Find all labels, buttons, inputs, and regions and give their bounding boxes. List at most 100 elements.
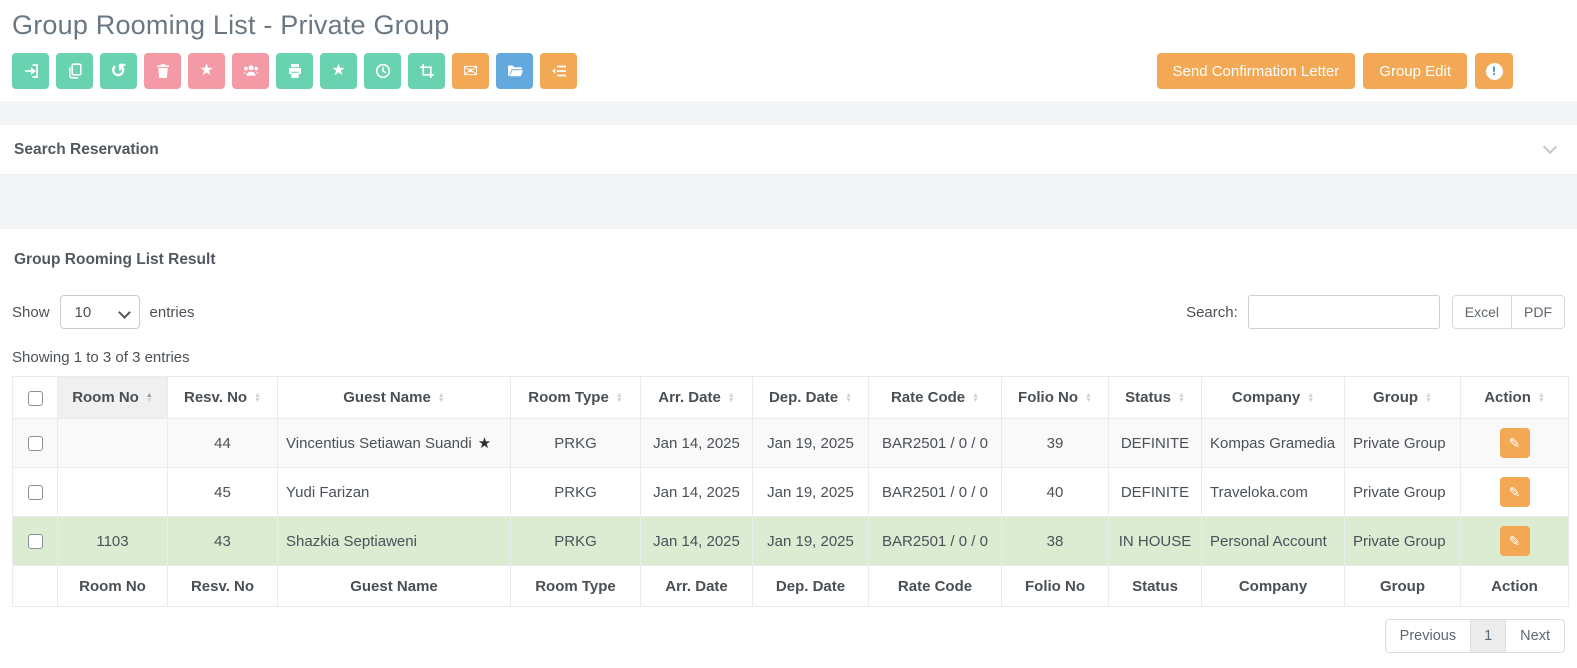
column-header-room-no[interactable]: Room No▲▼: [58, 377, 168, 419]
previous-page-button[interactable]: Previous: [1385, 619, 1471, 653]
footer-action: Action: [1461, 566, 1569, 607]
sort-icon: ▲▼: [728, 393, 735, 404]
history-icon: ↺: [111, 62, 127, 81]
exclamation-circle-icon: !: [1486, 63, 1503, 80]
column-header-guest-name[interactable]: Guest Name▲▼: [278, 377, 511, 419]
pdf-export-button[interactable]: PDF: [1512, 295, 1565, 329]
search-reservation-section-header[interactable]: Search Reservation: [0, 125, 1577, 175]
resv-no-cell: 44: [168, 419, 278, 468]
star-icon: ★: [331, 63, 345, 79]
select-all-checkbox[interactable]: [28, 391, 43, 406]
star-button[interactable]: ★: [320, 53, 357, 89]
edit-row-button[interactable]: ✎: [1500, 477, 1530, 507]
check-in-button[interactable]: [12, 53, 49, 89]
current-page-button[interactable]: 1: [1471, 619, 1506, 653]
room-no-cell: [58, 419, 168, 468]
rooming-list-table: Room No▲▼ Resv. No▲▼ Guest Name▲▼ Room T…: [12, 376, 1569, 607]
dep-date-cell: Jan 19, 2025: [753, 517, 869, 566]
folder-button[interactable]: [496, 53, 533, 89]
table-controls: Show 10 entries Search: Excel PDF: [12, 295, 1565, 329]
excel-export-button[interactable]: Excel: [1452, 295, 1512, 329]
room-type-cell: PRKG: [511, 517, 641, 566]
crop-button[interactable]: [408, 53, 445, 89]
column-header-action[interactable]: Action▲▼: [1461, 377, 1569, 419]
sort-icon: ▲▼: [438, 393, 445, 404]
table-row-inhouse[interactable]: 1103 43 Shazkia Septiaweni PRKG Jan 14, …: [13, 517, 1569, 566]
footer-arr-date: Arr. Date: [641, 566, 753, 607]
status-cell: IN HOUSE: [1109, 517, 1202, 566]
sort-icon: ▲▼: [254, 393, 261, 404]
rooming-list-button[interactable]: [540, 53, 577, 89]
column-header-rate-code[interactable]: Rate Code▲▼: [869, 377, 1002, 419]
column-header-room-type[interactable]: Room Type▲▼: [511, 377, 641, 419]
folio-no-cell: 39: [1002, 419, 1109, 468]
envelope-icon: ✉: [463, 62, 478, 80]
status-cell: DEFINITE: [1109, 419, 1202, 468]
divider-band: [0, 101, 1577, 125]
footer-company: Company: [1202, 566, 1345, 607]
column-header-company[interactable]: Company▲▼: [1202, 377, 1345, 419]
table-row[interactable]: 44 Vincentius Setiawan Suandi★ PRKG Jan …: [13, 419, 1569, 468]
row-checkbox[interactable]: [28, 485, 43, 500]
dep-date-cell: Jan 19, 2025: [753, 419, 869, 468]
vip-star-icon: ★: [478, 435, 491, 452]
edit-row-button[interactable]: ✎: [1500, 526, 1530, 556]
group-edit-button[interactable]: Group Edit: [1363, 53, 1467, 89]
sort-icon: ▲▼: [1538, 393, 1545, 404]
show-label: Show: [12, 304, 50, 321]
favorite-button[interactable]: ★: [188, 53, 225, 89]
pagination: Previous 1 Next: [12, 619, 1565, 653]
table-header-row: Room No▲▼ Resv. No▲▼ Guest Name▲▼ Room T…: [13, 377, 1569, 419]
email-button[interactable]: ✉: [452, 53, 489, 89]
send-confirmation-letter-button[interactable]: Send Confirmation Letter: [1157, 53, 1356, 89]
row-select-cell: [13, 517, 58, 566]
column-header-group[interactable]: Group▲▼: [1345, 377, 1461, 419]
row-checkbox[interactable]: [28, 436, 43, 451]
users-icon: [243, 63, 259, 79]
row-checkbox[interactable]: [28, 534, 43, 549]
sort-icon: ▲▼: [146, 393, 153, 404]
page-length-select[interactable]: 10: [60, 295, 140, 329]
guest-name-cell: Shazkia Septiaweni: [278, 517, 511, 566]
room-no-cell: [58, 468, 168, 517]
guest-name-cell: Vincentius Setiawan Suandi★: [278, 419, 511, 468]
divider-band: [0, 175, 1577, 229]
footer-guest-name: Guest Name: [278, 566, 511, 607]
copy-button[interactable]: [56, 53, 93, 89]
page-title: Group Rooming List - Private Group: [12, 10, 1565, 41]
rate-code-cell: BAR2501 / 0 / 0: [869, 517, 1002, 566]
clock-icon: [375, 63, 391, 79]
group-guests-button[interactable]: [232, 53, 269, 89]
footer-group: Group: [1345, 566, 1461, 607]
room-no-cell: 1103: [58, 517, 168, 566]
column-header-status[interactable]: Status▲▼: [1109, 377, 1202, 419]
edit-row-button[interactable]: ✎: [1500, 428, 1530, 458]
resv-no-cell: 43: [168, 517, 278, 566]
column-header-arr-date[interactable]: Arr. Date▲▼: [641, 377, 753, 419]
sort-icon: ▲▼: [972, 393, 979, 404]
company-cell: Personal Account: [1202, 517, 1345, 566]
print-button[interactable]: [276, 53, 313, 89]
indent-icon: [551, 63, 567, 79]
row-select-cell: [13, 468, 58, 517]
sort-icon: ▲▼: [1178, 393, 1185, 404]
clock-button[interactable]: [364, 53, 401, 89]
guest-name-cell: Yudi Farizan: [278, 468, 511, 517]
delete-button[interactable]: [144, 53, 181, 89]
table-search-input[interactable]: [1248, 295, 1440, 329]
copy-icon: [67, 63, 83, 79]
column-header-folio-no[interactable]: Folio No▲▼: [1002, 377, 1109, 419]
group-cell: Private Group: [1345, 419, 1461, 468]
company-cell: Kompas Gramedia: [1202, 419, 1345, 468]
column-header-dep-date[interactable]: Dep. Date▲▼: [753, 377, 869, 419]
footer-folio-no: Folio No: [1002, 566, 1109, 607]
trash-icon: [155, 63, 171, 79]
sort-icon: ▲▼: [1307, 393, 1314, 404]
table-footer-row: Room No Resv. No Guest Name Room Type Ar…: [13, 566, 1569, 607]
table-row[interactable]: 45 Yudi Farizan PRKG Jan 14, 2025 Jan 19…: [13, 468, 1569, 517]
info-button[interactable]: !: [1475, 53, 1513, 89]
column-header-resv-no[interactable]: Resv. No▲▼: [168, 377, 278, 419]
next-page-button[interactable]: Next: [1506, 619, 1565, 653]
history-button[interactable]: ↺: [100, 53, 137, 89]
footer-room-type: Room Type: [511, 566, 641, 607]
